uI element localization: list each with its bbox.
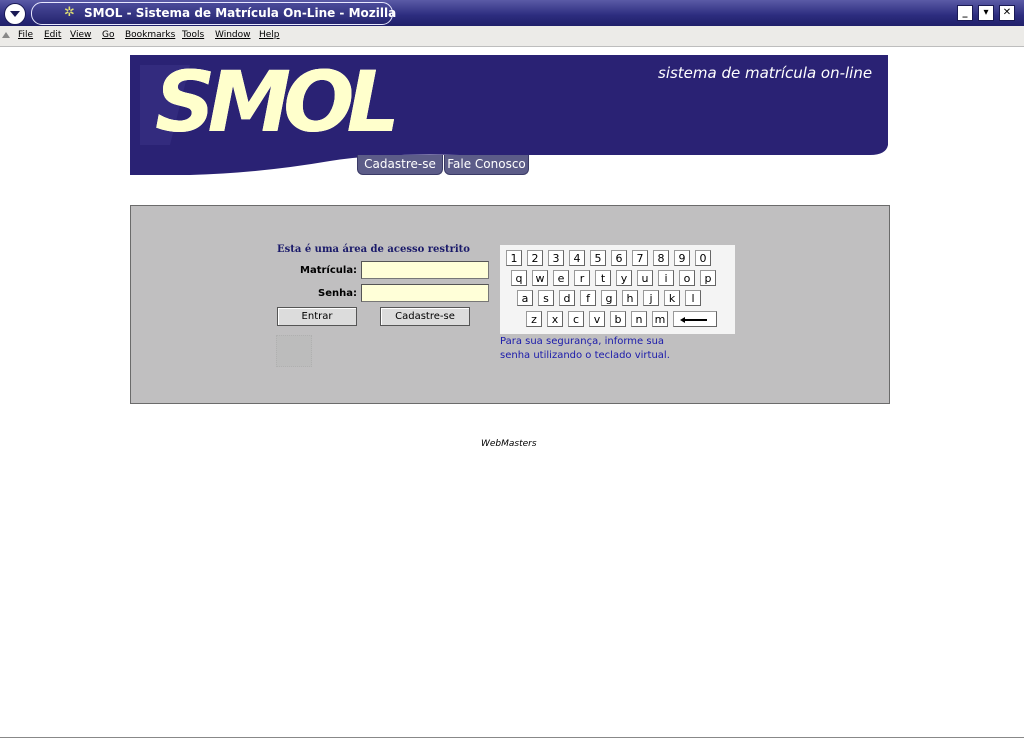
key-j[interactable]: j: [643, 290, 659, 306]
security-note: Para sua segurança, informe sua senha ut…: [500, 335, 700, 363]
matricula-label: Matrícula:: [300, 265, 358, 276]
toolbar-grip-icon[interactable]: [2, 32, 10, 38]
menu-help[interactable]: Help: [259, 30, 280, 40]
key-b[interactable]: b: [610, 311, 626, 327]
window-menu-icon[interactable]: [4, 3, 26, 25]
entrar-button[interactable]: Entrar: [277, 307, 357, 326]
matricula-input[interactable]: [361, 261, 489, 279]
key-3[interactable]: 3: [548, 250, 564, 266]
key-5[interactable]: 5: [590, 250, 606, 266]
tab-fale-conosco[interactable]: Fale Conosco: [444, 155, 529, 175]
key-e[interactable]: e: [553, 270, 569, 286]
menu-bookmarks[interactable]: Bookmarks: [125, 30, 175, 40]
menu-go[interactable]: Go: [102, 30, 114, 40]
key-6[interactable]: 6: [611, 250, 627, 266]
key-i[interactable]: i: [658, 270, 674, 286]
key-t[interactable]: t: [595, 270, 611, 286]
key-a[interactable]: a: [517, 290, 533, 306]
loading-placeholder-icon: [276, 335, 312, 367]
key-f[interactable]: f: [580, 290, 596, 306]
key-p[interactable]: p: [700, 270, 716, 286]
key-8[interactable]: 8: [653, 250, 669, 266]
senha-label: Senha:: [318, 288, 357, 299]
security-note-line-2: senha utilizando o teclado virtual.: [500, 350, 670, 361]
security-note-line-1: Para sua segurança, informe sua: [500, 336, 665, 347]
senha-input[interactable]: [361, 284, 489, 302]
key-0[interactable]: 0: [695, 250, 711, 266]
tab-cadastre-se[interactable]: Cadastre-se: [357, 155, 443, 175]
key-y[interactable]: y: [616, 270, 632, 286]
key-2[interactable]: 2: [527, 250, 543, 266]
smol-logo: SMOL: [155, 53, 400, 151]
key-s[interactable]: s: [538, 290, 554, 306]
cadastre-se-button[interactable]: Cadastre-se: [380, 307, 470, 326]
backspace-arrow-icon[interactable]: [673, 311, 717, 327]
key-4[interactable]: 4: [569, 250, 585, 266]
menubar: File Edit View Go Bookmarks Tools Window…: [0, 26, 1024, 47]
restricted-area-heading: Esta é uma área de acesso restrito: [277, 244, 470, 255]
close-icon[interactable]: ✕: [999, 5, 1015, 21]
key-o[interactable]: o: [679, 270, 695, 286]
key-l[interactable]: l: [685, 290, 701, 306]
key-9[interactable]: 9: [674, 250, 690, 266]
key-g[interactable]: g: [601, 290, 617, 306]
window-titlebar: ✲ SMOL - Sistema de Matrícula On-Line - …: [0, 0, 1024, 26]
key-w[interactable]: w: [532, 270, 548, 286]
key-x[interactable]: x: [547, 311, 563, 327]
menu-window[interactable]: Window: [215, 30, 251, 40]
key-1[interactable]: 1: [506, 250, 522, 266]
key-7[interactable]: 7: [632, 250, 648, 266]
menu-tools[interactable]: Tools: [182, 30, 204, 40]
virtual-keyboard: 1 2 3 4 5 6 7 8 9 0 q w e r t y u i o p …: [500, 245, 735, 334]
key-c[interactable]: c: [568, 311, 584, 327]
key-u[interactable]: u: [637, 270, 653, 286]
menu-file[interactable]: File: [18, 30, 33, 40]
minimize-icon[interactable]: _: [957, 5, 973, 21]
key-m[interactable]: m: [652, 311, 668, 327]
maximize-icon[interactable]: ▾: [978, 5, 994, 21]
mozilla-icon: ✲: [64, 5, 75, 20]
menu-view[interactable]: View: [70, 30, 91, 40]
key-h[interactable]: h: [622, 290, 638, 306]
key-k[interactable]: k: [664, 290, 680, 306]
window-title-pill: ✲ SMOL - Sistema de Matrícula On-Line - …: [31, 2, 397, 25]
menu-edit[interactable]: Edit: [44, 30, 61, 40]
key-z[interactable]: z: [526, 311, 542, 327]
window-title: SMOL - Sistema de Matrícula On-Line - Mo…: [84, 6, 397, 20]
key-n[interactable]: n: [631, 311, 647, 327]
key-q[interactable]: q: [511, 270, 527, 286]
webmasters-link[interactable]: WebMasters: [481, 439, 537, 449]
banner-tagline: sistema de matrícula on-line: [658, 64, 873, 82]
key-v[interactable]: v: [589, 311, 605, 327]
key-d[interactable]: d: [559, 290, 575, 306]
key-r[interactable]: r: [574, 270, 590, 286]
